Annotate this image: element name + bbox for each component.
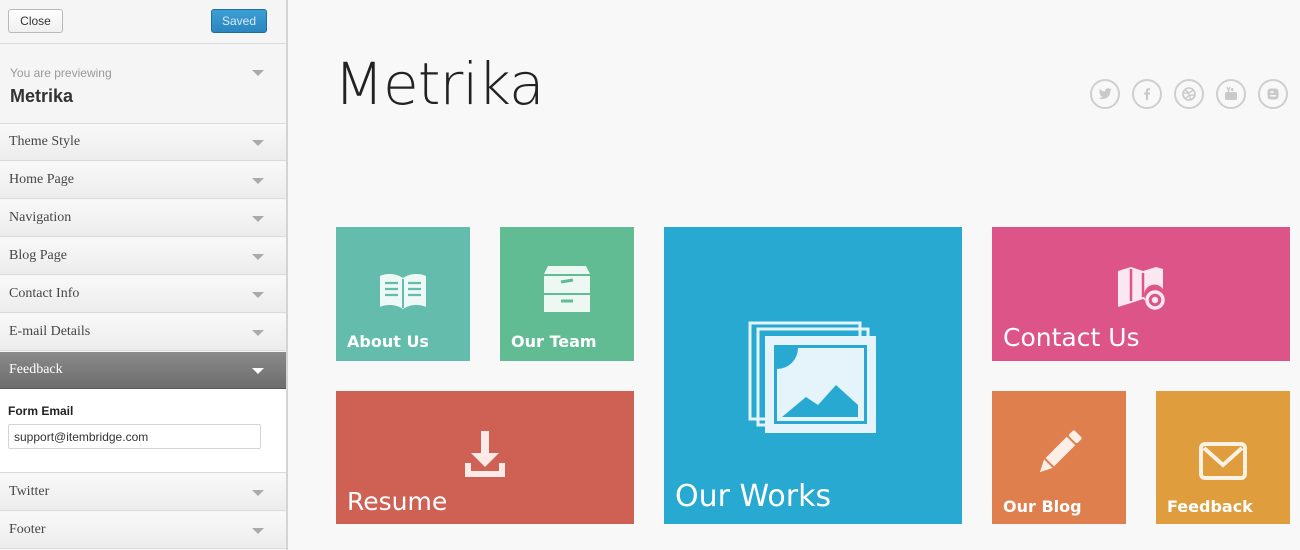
- chevron-down-icon: [252, 490, 264, 496]
- section-twitter[interactable]: Twitter: [0, 474, 286, 511]
- tile-our-team[interactable]: Our Team: [500, 227, 634, 361]
- theme-info[interactable]: You are previewing Metrika: [0, 44, 286, 124]
- section-label: Blog Page: [9, 248, 67, 263]
- pencil-icon: [1039, 430, 1082, 473]
- section-email-details[interactable]: E-mail Details: [0, 314, 286, 351]
- section-label: Contact Info: [9, 286, 80, 301]
- site-preview: Metrika About Us Our Team Our Works Cont…: [288, 0, 1300, 550]
- tile-contact-us[interactable]: Contact Us: [992, 227, 1290, 361]
- book-icon: [380, 273, 426, 309]
- section-label: Home Page: [9, 172, 74, 187]
- section-label: Navigation: [9, 210, 72, 225]
- customizer-sidebar: Close Saved You are previewing Metrika T…: [0, 0, 288, 550]
- chevron-down-icon: [252, 368, 264, 374]
- archive-icon: [544, 266, 590, 312]
- chevron-down-icon: [252, 254, 264, 260]
- theme-name: Metrika: [10, 86, 74, 106]
- section-label: Twitter: [9, 484, 50, 499]
- tile-label: Resume: [347, 487, 448, 516]
- tile-resume[interactable]: Resume: [336, 391, 634, 524]
- tile-our-works[interactable]: Our Works: [664, 227, 962, 524]
- feedback-panel: Form Email: [0, 389, 286, 473]
- tile-our-blog[interactable]: Our Blog: [992, 391, 1126, 524]
- section-feedback[interactable]: Feedback: [0, 352, 286, 389]
- tile-label: Our Team: [511, 332, 597, 351]
- chevron-down-icon: [252, 70, 264, 76]
- youtube-icon[interactable]: [1216, 79, 1246, 109]
- saved-button[interactable]: Saved: [211, 9, 267, 33]
- tile-label: About Us: [347, 332, 429, 351]
- site-title[interactable]: Metrika: [334, 50, 545, 118]
- section-contact-info[interactable]: Contact Info: [0, 276, 286, 313]
- close-button[interactable]: Close: [8, 9, 63, 33]
- section-theme-style[interactable]: Theme Style: [0, 124, 286, 161]
- previewing-label: You are previewing: [10, 66, 112, 80]
- chevron-down-icon: [252, 178, 264, 184]
- section-label: E-mail Details: [9, 324, 91, 339]
- chevron-down-icon: [252, 216, 264, 222]
- section-label: Theme Style: [9, 134, 81, 149]
- section-footer[interactable]: Footer: [0, 512, 286, 549]
- section-blog-page[interactable]: Blog Page: [0, 238, 286, 275]
- section-label: Footer: [9, 522, 46, 537]
- section-label: Feedback: [9, 362, 63, 377]
- map-icon: [1118, 267, 1165, 310]
- form-email-field[interactable]: [8, 424, 261, 449]
- blogger-icon[interactable]: [1258, 79, 1288, 109]
- chevron-down-icon: [252, 292, 264, 298]
- dribbble-icon[interactable]: [1174, 79, 1204, 109]
- form-email-label: Form Email: [8, 404, 74, 418]
- envelope-icon: [1199, 442, 1247, 480]
- gallery-icon: [748, 321, 876, 433]
- twitter-icon[interactable]: [1090, 79, 1120, 109]
- tile-label: Our Blog: [1003, 497, 1082, 516]
- chevron-down-icon: [252, 528, 264, 534]
- tile-feedback[interactable]: Feedback: [1156, 391, 1290, 524]
- tile-label: Contact Us: [1003, 323, 1140, 352]
- tile-about-us[interactable]: About Us: [336, 227, 470, 361]
- section-home-page[interactable]: Home Page: [0, 162, 286, 199]
- sidebar-header: Close Saved: [0, 0, 286, 44]
- facebook-icon[interactable]: [1132, 79, 1162, 109]
- download-icon: [465, 431, 505, 477]
- tile-label: Our Works: [675, 479, 832, 514]
- chevron-down-icon: [252, 140, 264, 146]
- tile-label: Feedback: [1167, 497, 1253, 516]
- section-navigation[interactable]: Navigation: [0, 200, 286, 237]
- chevron-down-icon: [252, 330, 264, 336]
